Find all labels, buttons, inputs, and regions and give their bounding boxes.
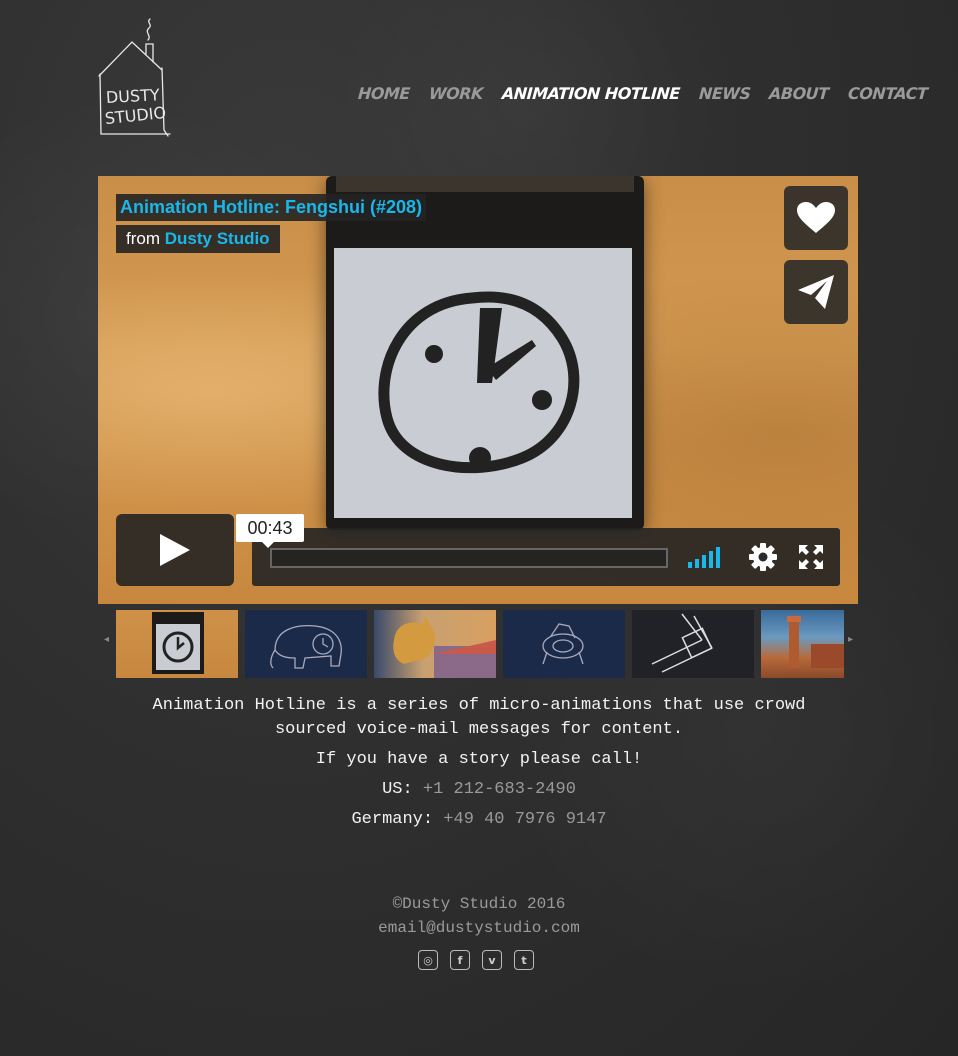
byline-from: from (126, 229, 160, 248)
thumbnail-watch[interactable] (503, 610, 625, 678)
video-player[interactable]: Animation Hotline: Fengshui (#208) from … (98, 176, 858, 604)
player-controls (252, 528, 840, 586)
germany-phone-line: Germany: +49 40 7976 9147 (0, 810, 958, 829)
thumbnail-city[interactable] (761, 610, 844, 678)
copyright: ©Dusty Studio 2016 (392, 895, 566, 913)
share-button[interactable] (784, 260, 848, 324)
progress-bar[interactable] (270, 548, 668, 568)
fullscreen-icon[interactable] (796, 542, 826, 572)
thumbnail-cat[interactable] (374, 610, 496, 678)
nav-news[interactable]: NEWS (698, 84, 751, 103)
nav-contact[interactable]: CONTACT (847, 84, 928, 103)
instagram-icon[interactable]: ◎ (418, 950, 438, 970)
nav-home[interactable]: HOME (357, 84, 410, 103)
us-label: US: (382, 780, 413, 799)
vimeo-icon[interactable]: v (482, 950, 502, 970)
dusty-studio-logo[interactable]: DUSTY STUDIO (96, 18, 176, 138)
thumbnail-clock[interactable] (116, 610, 238, 678)
byline-author-link[interactable]: Dusty Studio (165, 229, 270, 248)
send-icon (798, 275, 834, 309)
video-device-top (336, 176, 634, 192)
main-nav: HOME WORK ANIMATION HOTLINE NEWS ABOUT C… (357, 84, 946, 103)
tumblr-icon[interactable]: t (514, 950, 534, 970)
video-byline: from Dusty Studio (116, 225, 280, 253)
nav-work[interactable]: WORK (428, 84, 483, 103)
facebook-icon[interactable]: f (450, 950, 470, 970)
social-links: ◎ f v t (418, 950, 534, 970)
thumbs-prev-arrow[interactable]: ◂ (104, 634, 109, 645)
nav-about[interactable]: ABOUT (768, 84, 829, 103)
call-prompt: If you have a story please call! (315, 750, 643, 769)
thumbnail-strip (116, 610, 844, 678)
heart-icon (797, 202, 835, 233)
time-tooltip: 00:43 (236, 514, 304, 548)
play-button[interactable] (116, 514, 234, 586)
us-phone-number[interactable]: +1 212-683-2490 (423, 780, 576, 799)
volume-icon[interactable] (688, 546, 720, 568)
us-phone-line: US: +1 212-683-2490 (0, 780, 958, 799)
thumbnail-elephant[interactable] (245, 610, 367, 678)
nav-animation-hotline[interactable]: ANIMATION HOTLINE (501, 84, 680, 103)
like-button[interactable] (784, 186, 848, 250)
hotline-description: Animation Hotline is a series of micro-a… (152, 696, 806, 739)
play-icon (160, 534, 190, 566)
germany-label: Germany: (351, 810, 434, 829)
gear-icon[interactable] (748, 542, 778, 572)
video-title-box: Animation Hotline: Fengshui (#208) from … (116, 194, 427, 253)
footer-email[interactable]: email@dustystudio.com (0, 919, 958, 937)
thumbnail-wristwatch[interactable] (632, 610, 754, 678)
germany-phone-number[interactable]: +49 40 7976 9147 (443, 810, 606, 829)
video-title[interactable]: Animation Hotline: Fengshui (#208) (116, 194, 427, 221)
thumbs-next-arrow[interactable]: ▸ (848, 634, 853, 645)
clock-drawing (378, 291, 580, 474)
